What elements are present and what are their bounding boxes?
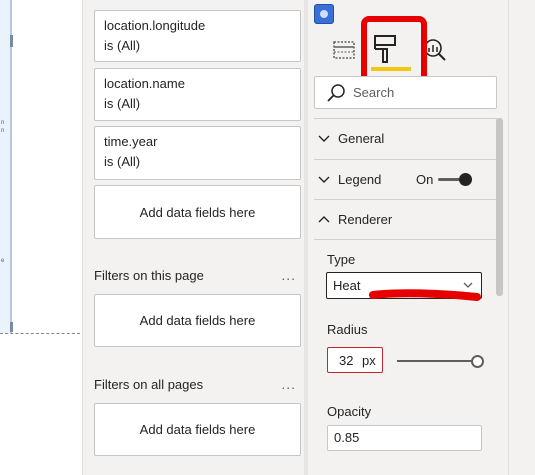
section-legend-label: Legend: [338, 172, 382, 187]
filter-card-year[interactable]: time.year is (All): [94, 126, 301, 180]
page-filters-more-options[interactable]: ...: [281, 267, 296, 283]
search-placeholder: Search: [353, 85, 395, 100]
canvas-text-fragment: n: [1, 120, 5, 126]
all-pages-filters-title: Filters on all pages: [94, 377, 204, 392]
all-pages-filters-drop-zone[interactable]: Add data fields here: [94, 403, 301, 456]
filter-field-name: location.longitude: [104, 18, 206, 33]
type-selected-value: Heat: [333, 278, 361, 293]
section-renderer-label: Renderer: [338, 212, 393, 227]
filter-field-value: is (All): [104, 38, 141, 53]
search-icon: [327, 84, 345, 102]
radius-value: 32: [339, 353, 354, 368]
canvas-text-fragment: e: [1, 258, 5, 264]
canvas-text-fragment: n: [1, 128, 5, 134]
section-divider: [314, 199, 497, 200]
radius-unit: px: [362, 353, 376, 368]
filter-field-name: location.name: [104, 76, 185, 91]
type-label: Type: [327, 252, 356, 267]
radius-label: Radius: [327, 322, 368, 337]
opacity-value: 0.85: [334, 430, 360, 445]
section-general-label: General: [338, 131, 385, 146]
fields-pane-edge: [508, 0, 535, 475]
filter-card-name[interactable]: location.name is (All): [94, 68, 301, 121]
page-filters-title: Filters on this page: [94, 268, 204, 283]
canvas-scroll-mark: [10, 35, 13, 47]
page-filters-drop-zone[interactable]: Add data fields here: [94, 294, 301, 347]
visual-filters-drop-zone[interactable]: Add data fields here: [94, 185, 301, 239]
chevron-up-icon: [318, 216, 330, 223]
legend-toggle-knob[interactable]: [459, 173, 472, 186]
canvas-resize-handle[interactable]: [10, 322, 13, 332]
radius-slider-thumb[interactable]: [471, 355, 484, 368]
report-canvas-edge[interactable]: n n e: [0, 0, 13, 333]
opacity-label: Opacity: [327, 404, 372, 419]
table-icon[interactable]: [333, 40, 355, 60]
filter-field-value: is (All): [104, 154, 141, 169]
annotation-underline: [369, 289, 481, 301]
radius-slider[interactable]: [397, 360, 477, 362]
section-divider: [314, 118, 497, 119]
section-divider: [314, 159, 497, 160]
filter-field-value: is (All): [104, 96, 141, 111]
legend-toggle-label: On: [416, 172, 434, 187]
chevron-down-icon: [318, 135, 330, 142]
filter-card-longitude[interactable]: location.longitude is (All): [94, 10, 301, 62]
filters-pane: location.longitude is (All) location.nam…: [82, 0, 308, 475]
filter-field-name: time.year: [104, 134, 158, 149]
chevron-down-icon: [318, 176, 330, 183]
canvas-border: [0, 333, 80, 334]
format-pane-scrollbar[interactable]: [496, 118, 503, 296]
all-pages-filters-more-options[interactable]: ...: [281, 376, 296, 392]
custom-visual-icon[interactable]: [314, 4, 334, 24]
section-divider: [314, 239, 497, 240]
